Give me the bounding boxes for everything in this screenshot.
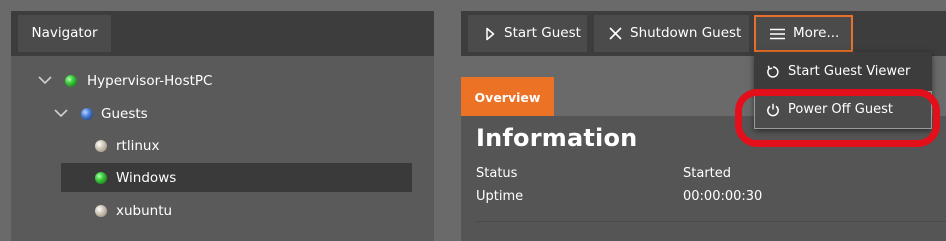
tree-item-guests[interactable]: Guests xyxy=(54,99,414,129)
tree-item-rtlinux[interactable]: rtlinux xyxy=(93,131,413,161)
information-title: Information xyxy=(476,124,638,152)
refresh-icon xyxy=(766,53,780,91)
divider xyxy=(476,221,946,222)
play-icon xyxy=(485,15,495,52)
menu-item-start-guest-viewer[interactable]: Start Guest Viewer xyxy=(754,53,932,91)
tab-navigator[interactable]: Navigator xyxy=(18,15,111,52)
tree-item-label: Guests xyxy=(101,106,148,122)
status-value: Started xyxy=(683,166,732,181)
status-green-icon xyxy=(95,172,107,184)
tree-item-label: Windows xyxy=(116,170,177,186)
status-gray-icon xyxy=(95,140,107,152)
status-key: Status xyxy=(476,166,518,181)
close-icon xyxy=(609,15,622,52)
tree-item-label: rtlinux xyxy=(116,138,160,154)
tree-item-hypervisor-hostpc[interactable]: Hypervisor-HostPC xyxy=(38,66,418,96)
uptime-key: Uptime xyxy=(476,189,524,204)
shutdown-guest-button[interactable]: Shutdown Guest xyxy=(594,15,749,52)
status-gray-icon xyxy=(95,205,107,217)
uptime-value: 00:00:00:30 xyxy=(683,189,763,204)
chevron-down-icon[interactable] xyxy=(38,66,52,96)
tree-item-xubuntu[interactable]: xubuntu xyxy=(93,196,413,226)
status-green-icon xyxy=(65,75,77,87)
navigator-panel: Navigator Hypervisor-HostPC Guests rtlin… xyxy=(11,11,434,241)
toolbar: Start Guest Shutdown Guest More... xyxy=(461,11,946,56)
tree-item-label: xubuntu xyxy=(116,203,173,219)
menu-icon xyxy=(770,17,785,50)
start-guest-button[interactable]: Start Guest xyxy=(468,15,587,52)
chevron-down-icon[interactable] xyxy=(54,99,68,129)
tab-overview[interactable]: Overview xyxy=(461,77,554,116)
tree-item-label: Hypervisor-HostPC xyxy=(87,73,213,89)
status-blue-icon xyxy=(81,108,93,120)
navigator-header: Navigator xyxy=(11,11,434,56)
more-button[interactable]: More... xyxy=(754,15,853,52)
highlight-ring-annotation xyxy=(735,89,940,147)
tree-item-windows[interactable]: Windows xyxy=(93,163,413,193)
